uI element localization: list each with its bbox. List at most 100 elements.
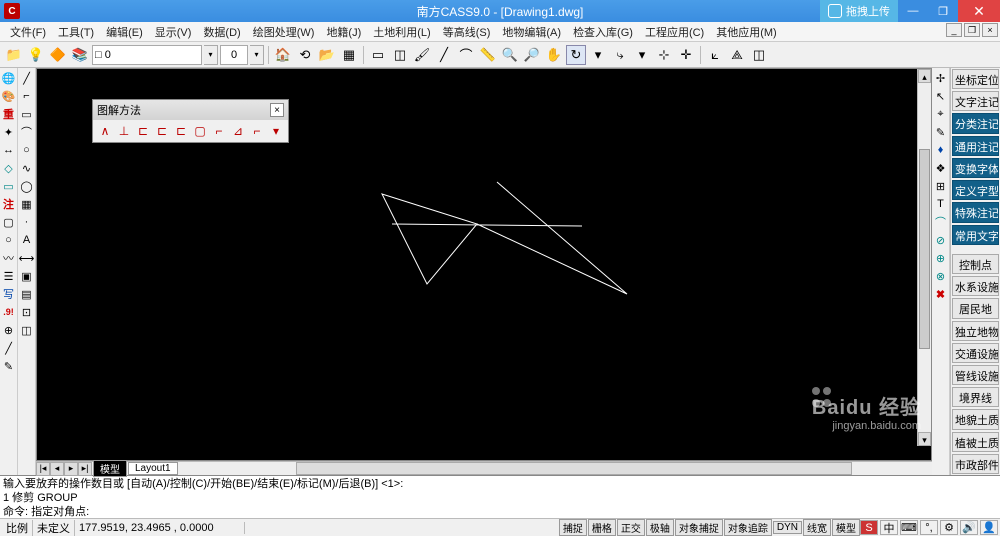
ltb-m1-icon[interactable]: ⊡ xyxy=(19,304,35,320)
gm-btn-7[interactable]: ⊿ xyxy=(230,123,246,139)
toggle-snap[interactable]: 捕捉 xyxy=(559,519,587,536)
toggle-grid[interactable]: 栅格 xyxy=(588,519,616,536)
gm-btn-0[interactable]: ∧ xyxy=(97,123,113,139)
tray-gear-icon[interactable]: ⚙ xyxy=(940,520,958,535)
ltb-circle-icon[interactable]: ○ xyxy=(19,142,35,158)
menu-file[interactable]: 文件(F) xyxy=(4,24,52,40)
toggle-osnap[interactable]: 对象捕捉 xyxy=(675,519,723,536)
menu-contour[interactable]: 等高线(S) xyxy=(437,24,497,40)
gm-btn-5[interactable]: ▢ xyxy=(192,123,208,139)
command-window[interactable]: 输入要放弃的操作数目或 [自动(A)/控制(C)/开始(BE)/结束(E)/标记… xyxy=(0,475,1000,518)
layer-dropdown[interactable] xyxy=(92,45,202,65)
rp-resid[interactable]: 居民地 xyxy=(952,298,999,318)
toggle-ortho[interactable]: 正交 xyxy=(617,519,645,536)
tool-sel-icon[interactable]: ▭ xyxy=(368,45,388,65)
lta-num-icon[interactable]: .9! xyxy=(1,304,17,320)
toggle-lwt[interactable]: 线宽 xyxy=(803,519,831,536)
rp-common[interactable]: 常用文字 xyxy=(952,225,999,245)
rp-water[interactable]: 水系设施 xyxy=(952,276,999,296)
tool-zoomout-icon[interactable]: 🔎 xyxy=(522,45,542,65)
tool-color-icon[interactable]: 🔶 xyxy=(48,45,68,65)
rp-deffont[interactable]: 定义字型 xyxy=(952,180,999,200)
graphic-method-titlebar[interactable]: 图解方法 × xyxy=(93,100,288,120)
drawing-canvas[interactable]: 图解方法 × ∧ ⊥ ⊏ ⊏ ⊏ ▢ ⌐ ⊿ ⌐ ▾ ▴ xyxy=(36,68,932,461)
ltb-dim-icon[interactable]: ⟷ xyxy=(19,250,35,266)
tool-cube-icon[interactable]: ◫ xyxy=(749,45,769,65)
menu-view[interactable]: 显示(V) xyxy=(149,24,198,40)
tool-orbit-dd-icon[interactable]: ▾ xyxy=(588,45,608,65)
lta-zhong-icon[interactable]: 重 xyxy=(1,106,17,122)
ltb-pt-icon[interactable]: · xyxy=(19,214,35,230)
rp-municipal[interactable]: 市政部件 xyxy=(952,454,999,474)
rt-5-icon[interactable]: ❖ xyxy=(933,160,949,176)
rp-generalnote[interactable]: 通用注记 xyxy=(952,136,999,156)
vscroll-down-icon[interactable]: ▾ xyxy=(918,432,931,446)
tool-measure-icon[interactable]: 📏 xyxy=(478,45,498,65)
lta-zhu-icon[interactable]: 注 xyxy=(1,196,17,212)
tool-folder-icon[interactable]: 📁 xyxy=(4,45,24,65)
tray-kb-icon[interactable]: ⌨ xyxy=(900,520,918,535)
rp-coord[interactable]: 坐标定位 xyxy=(952,69,999,89)
ltb-table-icon[interactable]: ▤ xyxy=(19,286,35,302)
layer-dropdown-arrow[interactable]: ▾ xyxy=(204,45,218,65)
gm-btn-2[interactable]: ⊏ xyxy=(135,123,151,139)
menu-draw[interactable]: 绘图处理(W) xyxy=(247,24,321,40)
tool-redo-dd-icon[interactable]: ▾ xyxy=(632,45,652,65)
ltb-hatch-icon[interactable]: ▦ xyxy=(19,196,35,212)
rt-2-icon[interactable]: ⌖ xyxy=(933,106,949,122)
field-dropdown-arrow[interactable]: ▾ xyxy=(250,45,264,65)
lta-square-icon[interactable]: ▢ xyxy=(1,214,17,230)
rt-0-icon[interactable]: ✢ xyxy=(933,70,949,86)
tool-axis2-icon[interactable]: ⟁ xyxy=(727,45,747,65)
ltb-ellipse-icon[interactable]: ◯ xyxy=(19,178,35,194)
tray-ime-icon[interactable]: S xyxy=(860,520,878,535)
tab-scroll-last-icon[interactable]: ▸| xyxy=(78,462,92,476)
tool-redo-icon[interactable]: ⤷ xyxy=(610,45,630,65)
tool-brush-icon[interactable]: 🖌 xyxy=(412,45,432,65)
tab-scroll-first-icon[interactable]: |◂ xyxy=(36,462,50,476)
rt-3-icon[interactable]: ✎ xyxy=(933,124,949,140)
minimize-button[interactable]: — xyxy=(898,0,928,22)
gm-btn-6[interactable]: ⌐ xyxy=(211,123,227,139)
tool-grid-icon[interactable]: ▦ xyxy=(339,45,359,65)
lta-xie-icon[interactable]: 写 xyxy=(1,286,17,302)
canvas-vscrollbar[interactable]: ▴ ▾ xyxy=(917,69,931,446)
rp-textnote[interactable]: 文字注记 xyxy=(952,91,999,111)
rt-1-icon[interactable]: ↖ xyxy=(933,88,949,104)
menu-edit[interactable]: 编辑(E) xyxy=(100,24,149,40)
tool-back-icon[interactable]: ⟲ xyxy=(295,45,315,65)
menu-data[interactable]: 数据(D) xyxy=(197,24,246,40)
close-button[interactable]: ✕ xyxy=(958,0,1000,22)
rt-4-icon[interactable]: ♦ xyxy=(933,142,949,158)
rp-veg[interactable]: 植被土质 xyxy=(952,432,999,452)
tool-pan-icon[interactable]: ✋ xyxy=(544,45,564,65)
mdi-restore[interactable]: ❐ xyxy=(964,23,980,37)
tool-zoomin-icon[interactable]: 🔍 xyxy=(500,45,520,65)
tool-tgt-icon[interactable]: ⊹ xyxy=(654,45,674,65)
menu-other[interactable]: 其他应用(M) xyxy=(710,24,783,40)
menu-tools[interactable]: 工具(T) xyxy=(52,24,100,40)
lta-pen-icon[interactable]: ✎ xyxy=(1,358,17,374)
menu-objedit[interactable]: 地物编辑(A) xyxy=(496,24,567,40)
tool-bulb-icon[interactable]: 💡 xyxy=(26,45,46,65)
rt-11-icon[interactable]: ⊗ xyxy=(933,268,949,284)
lta-palette-icon[interactable]: 🎨 xyxy=(1,88,17,104)
mdi-close[interactable]: × xyxy=(982,23,998,37)
graphic-method-toolbar[interactable]: 图解方法 × ∧ ⊥ ⊏ ⊏ ⊏ ▢ ⌐ ⊿ ⌐ ▾ xyxy=(92,99,289,143)
lta-axis-icon[interactable]: ✦ xyxy=(1,124,17,140)
menu-diji[interactable]: 地籍(J) xyxy=(320,24,367,40)
rp-traffic[interactable]: 交通设施 xyxy=(952,343,999,363)
rp-control[interactable]: 控制点 xyxy=(952,254,999,274)
tab-scroll-next-icon[interactable]: ▸ xyxy=(64,462,78,476)
tool-arc-icon[interactable]: ⌒ xyxy=(456,45,476,65)
tab-model[interactable]: 模型 xyxy=(93,460,127,477)
ltb-text-icon[interactable]: A xyxy=(19,232,35,248)
toggle-model[interactable]: 模型 xyxy=(832,519,860,536)
tab-scroll-prev-icon[interactable]: ◂ xyxy=(50,462,64,476)
rp-indep[interactable]: 独立地物 xyxy=(952,321,999,341)
hscroll-thumb[interactable] xyxy=(296,462,852,475)
ltb-m2-icon[interactable]: ◫ xyxy=(19,322,35,338)
upload-widget[interactable]: 拖拽上传 xyxy=(820,0,898,22)
rt-7-icon[interactable]: T xyxy=(933,196,949,212)
tray-user-icon[interactable]: 👤 xyxy=(980,520,998,535)
